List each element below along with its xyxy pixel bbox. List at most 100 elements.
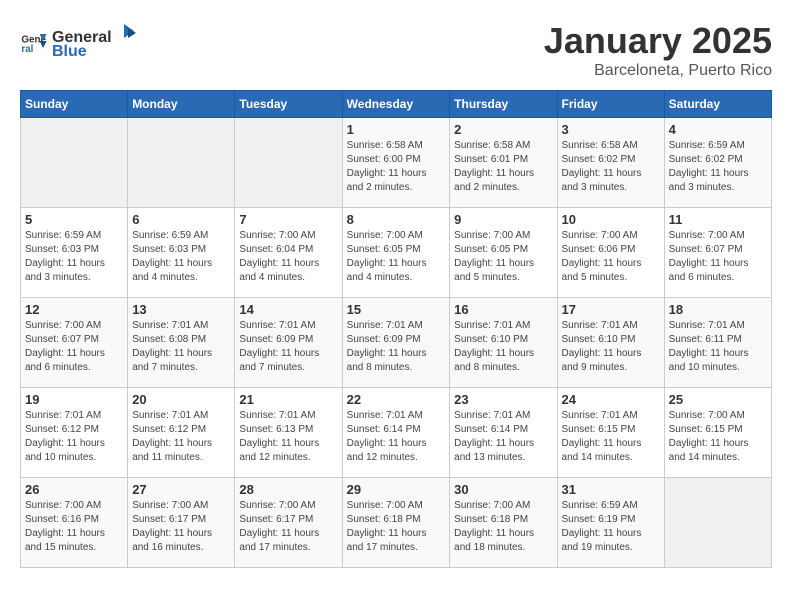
calendar-cell: 6 Sunrise: 6:59 AM Sunset: 6:03 PM Daylig…	[128, 208, 235, 298]
day-number: 8	[347, 212, 446, 227]
day-info: Sunrise: 7:01 AM Sunset: 6:09 PM Dayligh…	[239, 319, 337, 375]
weekday-header-friday: Friday	[557, 91, 664, 118]
day-info: Sunrise: 6:59 AM Sunset: 6:02 PM Dayligh…	[669, 139, 767, 195]
day-number: 2	[454, 122, 552, 137]
day-info: Sunrise: 7:01 AM Sunset: 6:10 PM Dayligh…	[562, 319, 660, 375]
calendar-cell: 8 Sunrise: 7:00 AM Sunset: 6:05 PM Daylig…	[342, 208, 450, 298]
day-info: Sunrise: 7:01 AM Sunset: 6:12 PM Dayligh…	[25, 409, 123, 465]
calendar-cell: 13 Sunrise: 7:01 AM Sunset: 6:08 PM Dayli…	[128, 298, 235, 388]
day-number: 11	[669, 212, 767, 227]
weekday-header-thursday: Thursday	[450, 91, 557, 118]
day-info: Sunrise: 7:00 AM Sunset: 6:17 PM Dayligh…	[132, 499, 230, 555]
calendar-cell: 9 Sunrise: 7:00 AM Sunset: 6:05 PM Daylig…	[450, 208, 557, 298]
calendar-cell: 5 Sunrise: 6:59 AM Sunset: 6:03 PM Daylig…	[21, 208, 128, 298]
day-info: Sunrise: 6:59 AM Sunset: 6:19 PM Dayligh…	[562, 499, 660, 555]
day-number: 14	[239, 302, 337, 317]
day-info: Sunrise: 7:01 AM Sunset: 6:10 PM Dayligh…	[454, 319, 552, 375]
calendar-cell	[128, 118, 235, 208]
calendar-cell: 25Sunrise: 7:00 AM Sunset: 6:15 PM Dayli…	[664, 388, 771, 478]
day-info: Sunrise: 7:00 AM Sunset: 6:07 PM Dayligh…	[669, 229, 767, 285]
calendar-cell: 4 Sunrise: 6:59 AM Sunset: 6:02 PM Daylig…	[664, 118, 771, 208]
calendar-cell: 24 Sunrise: 7:01 AM Sunset: 6:15 PM Dayli…	[557, 388, 664, 478]
day-number: 1	[347, 122, 446, 137]
calendar-table: SundayMondayTuesdayWednesdayThursdayFrid…	[20, 90, 772, 568]
day-info: Sunrise: 7:00 AM Sunset: 6:05 PM Dayligh…	[347, 229, 446, 285]
day-info: Sunrise: 7:01 AM Sunset: 6:13 PM Dayligh…	[239, 409, 337, 465]
day-number: 30	[454, 482, 552, 497]
day-info: Sunrise: 7:01 AM Sunset: 6:14 PM Dayligh…	[454, 409, 552, 465]
day-number: 12	[25, 302, 123, 317]
day-info: Sunrise: 7:01 AM Sunset: 6:08 PM Dayligh…	[132, 319, 230, 375]
calendar-cell: 3 Sunrise: 6:58 AM Sunset: 6:02 PM Daylig…	[557, 118, 664, 208]
calendar-cell: 29 Sunrise: 7:00 AM Sunset: 6:18 PM Dayli…	[342, 478, 450, 568]
day-info: Sunrise: 6:58 AM Sunset: 6:00 PM Dayligh…	[347, 139, 446, 195]
day-number: 4	[669, 122, 767, 137]
calendar-cell	[664, 478, 771, 568]
title-area: January 2025 Barceloneta, Puerto Rico	[544, 20, 772, 80]
calendar-cell: 23 Sunrise: 7:01 AM Sunset: 6:14 PM Dayli…	[450, 388, 557, 478]
day-number: 16	[454, 302, 552, 317]
calendar-cell	[21, 118, 128, 208]
day-info: Sunrise: 7:00 AM Sunset: 6:17 PM Dayligh…	[239, 499, 337, 555]
calendar-cell: 27 Sunrise: 7:00 AM Sunset: 6:17 PM Dayli…	[128, 478, 235, 568]
day-number: 6	[132, 212, 230, 227]
day-info: Sunrise: 7:00 AM Sunset: 6:05 PM Dayligh…	[454, 229, 552, 285]
day-number: 13	[132, 302, 230, 317]
day-info: Sunrise: 7:00 AM Sunset: 6:04 PM Dayligh…	[239, 229, 337, 285]
weekday-header-saturday: Saturday	[664, 91, 771, 118]
weekday-header-wednesday: Wednesday	[342, 91, 450, 118]
day-number: 5	[25, 212, 123, 227]
day-info: Sunrise: 7:01 AM Sunset: 6:14 PM Dayligh…	[347, 409, 446, 465]
day-number: 7	[239, 212, 337, 227]
calendar-cell: 20Sunrise: 7:01 AM Sunset: 6:12 PM Dayli…	[128, 388, 235, 478]
day-number: 10	[562, 212, 660, 227]
day-number: 19	[25, 392, 123, 407]
day-number: 29	[347, 482, 446, 497]
day-info: Sunrise: 6:59 AM Sunset: 6:03 PM Dayligh…	[132, 229, 230, 285]
day-info: Sunrise: 6:58 AM Sunset: 6:02 PM Dayligh…	[562, 139, 660, 195]
week-row-1: 1 Sunrise: 6:58 AM Sunset: 6:00 PM Daylig…	[21, 118, 772, 208]
day-number: 23	[454, 392, 552, 407]
day-info: Sunrise: 7:01 AM Sunset: 6:12 PM Dayligh…	[132, 409, 230, 465]
calendar-cell: 1 Sunrise: 6:58 AM Sunset: 6:00 PM Daylig…	[342, 118, 450, 208]
svg-text:ral: ral	[21, 44, 33, 55]
day-number: 31	[562, 482, 660, 497]
calendar-cell: 16 Sunrise: 7:01 AM Sunset: 6:10 PM Dayli…	[450, 298, 557, 388]
location: Barceloneta, Puerto Rico	[544, 62, 772, 80]
calendar-cell: 2 Sunrise: 6:58 AM Sunset: 6:01 PM Daylig…	[450, 118, 557, 208]
calendar-cell: 28Sunrise: 7:00 AM Sunset: 6:17 PM Dayli…	[235, 478, 342, 568]
day-number: 3	[562, 122, 660, 137]
calendar-cell: 22 Sunrise: 7:01 AM Sunset: 6:14 PM Dayli…	[342, 388, 450, 478]
day-number: 18	[669, 302, 767, 317]
week-row-4: 19 Sunrise: 7:01 AM Sunset: 6:12 PM Dayli…	[21, 388, 772, 478]
weekday-header-tuesday: Tuesday	[235, 91, 342, 118]
day-info: Sunrise: 7:00 AM Sunset: 6:15 PM Dayligh…	[669, 409, 767, 465]
day-number: 17	[562, 302, 660, 317]
calendar-cell	[235, 118, 342, 208]
weekday-header-monday: Monday	[128, 91, 235, 118]
day-info: Sunrise: 7:00 AM Sunset: 6:18 PM Dayligh…	[347, 499, 446, 555]
day-info: Sunrise: 6:59 AM Sunset: 6:03 PM Dayligh…	[25, 229, 123, 285]
calendar-cell: 30 Sunrise: 7:00 AM Sunset: 6:18 PM Dayli…	[450, 478, 557, 568]
day-number: 22	[347, 392, 446, 407]
day-number: 27	[132, 482, 230, 497]
day-info: Sunrise: 7:01 AM Sunset: 6:15 PM Dayligh…	[562, 409, 660, 465]
day-info: Sunrise: 7:01 AM Sunset: 6:09 PM Dayligh…	[347, 319, 446, 375]
day-info: Sunrise: 7:01 AM Sunset: 6:11 PM Dayligh…	[669, 319, 767, 375]
day-info: Sunrise: 7:00 AM Sunset: 6:18 PM Dayligh…	[454, 499, 552, 555]
weekday-header-row: SundayMondayTuesdayWednesdayThursdayFrid…	[21, 91, 772, 118]
weekday-header-sunday: Sunday	[21, 91, 128, 118]
calendar-cell: 19 Sunrise: 7:01 AM Sunset: 6:12 PM Dayli…	[21, 388, 128, 478]
day-info: Sunrise: 7:00 AM Sunset: 6:07 PM Dayligh…	[25, 319, 123, 375]
day-number: 24	[562, 392, 660, 407]
calendar-cell: 12 Sunrise: 7:00 AM Sunset: 6:07 PM Dayli…	[21, 298, 128, 388]
day-info: Sunrise: 7:00 AM Sunset: 6:16 PM Dayligh…	[25, 499, 123, 555]
day-info: Sunrise: 6:58 AM Sunset: 6:01 PM Dayligh…	[454, 139, 552, 195]
day-number: 9	[454, 212, 552, 227]
calendar-cell: 18 Sunrise: 7:01 AM Sunset: 6:11 PM Dayli…	[664, 298, 771, 388]
week-row-2: 5 Sunrise: 6:59 AM Sunset: 6:03 PM Daylig…	[21, 208, 772, 298]
calendar-cell: 26Sunrise: 7:00 AM Sunset: 6:16 PM Dayli…	[21, 478, 128, 568]
calendar-cell: 11 Sunrise: 7:00 AM Sunset: 6:07 PM Dayli…	[664, 208, 771, 298]
calendar-cell: 21Sunrise: 7:01 AM Sunset: 6:13 PM Dayli…	[235, 388, 342, 478]
calendar-cell: 14 Sunrise: 7:01 AM Sunset: 6:09 PM Dayli…	[235, 298, 342, 388]
